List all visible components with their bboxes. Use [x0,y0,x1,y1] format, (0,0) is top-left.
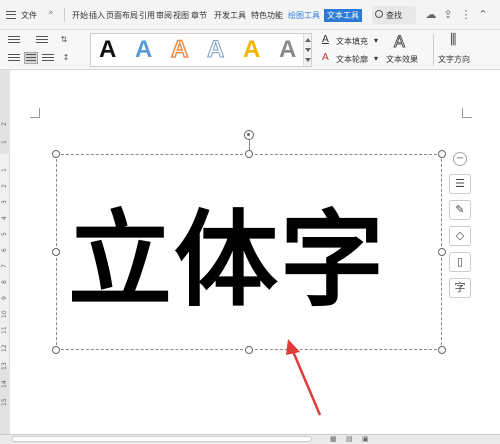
view-icon[interactable]: ▦ [330,435,337,443]
view-icon[interactable]: ▤ [346,435,353,443]
resize-handle-bottom[interactable] [245,346,253,354]
horizontal-scrollbar[interactable] [12,436,312,442]
text-fill-icon[interactable]: A [322,34,329,45]
ribbon-toolbar: ⇅ ↕ A A A A A A A 文本填充 ▾ A 文本轮廓 ▾ A 文本效果… [0,30,500,70]
resize-handle-bottom-right[interactable] [438,346,446,354]
resize-handle-top-right[interactable] [438,150,446,158]
chevron-up-icon[interactable]: ⌃ [476,8,490,22]
tab-view[interactable]: 视图 [173,10,189,21]
search-box[interactable]: 查找 [372,6,416,24]
ruler-number: 10 [1,310,8,318]
menu-bar: 文件 » 开始 插入 页面布局 引用 审阅 视图 章节 开发工具 特色功能 绘图… [0,0,500,30]
ruler-number: 1 [1,168,8,172]
ruler-number: 7 [1,264,8,268]
status-bar: ▦ ▤ ▣ [0,434,500,444]
ruler-number: 13 [1,362,8,370]
align-center-icon[interactable] [24,52,38,64]
bullet-list-icon[interactable] [8,36,20,45]
ruler-number: 11 [1,326,8,334]
more-icon[interactable]: ⋮ [459,8,473,22]
ruler-number: 5 [1,232,8,236]
line-spacing-icon[interactable]: ↕ [60,53,72,63]
wordart-text[interactable]: 立体字 [68,190,408,330]
resize-handle-left[interactable] [52,248,60,256]
gallery-scroll[interactable] [303,34,311,66]
text-style-gallery[interactable]: A A A A A A [90,33,312,67]
ruler-number: 6 [1,248,8,252]
text-effect-button[interactable]: 文本效果 [386,54,418,65]
indent-icon[interactable] [36,36,48,45]
shape-fill-icon[interactable]: ◇ [449,226,471,246]
style-yellow[interactable]: A [243,37,260,63]
justify-icon[interactable] [42,54,54,63]
tab-text-tools[interactable]: 文本工具 [324,9,362,22]
resize-handle-top[interactable] [245,150,253,158]
tab-developer-tools[interactable]: 开发工具 [214,10,246,21]
page-corner-mark [30,108,40,118]
rotate-handle[interactable] [244,130,254,140]
text-effect-icon[interactable]: A [394,32,406,52]
search-icon [375,10,383,18]
resize-handle-bottom-left[interactable] [52,346,60,354]
text-direction-icon[interactable]: ⫼ [450,32,456,48]
ruler-number: 3 [1,200,8,204]
vertical-ruler: 2 1 1 2 3 4 5 6 7 8 9 10 11 12 13 14 15 [0,70,10,444]
ruler-number: 14 [1,380,8,388]
share-icon[interactable]: ⇪ [441,8,455,22]
arrow-head [286,339,300,355]
text-outline-icon[interactable]: A [322,52,329,63]
text-direction-button[interactable]: 文字方向 [438,54,470,65]
tab-special-features[interactable]: 特色功能 [251,10,283,21]
style-outline[interactable]: A [206,36,224,63]
cloud-icon[interactable]: ☁ [424,8,438,22]
resize-handle-top-left[interactable] [52,150,60,158]
search-label: 查找 [386,11,402,20]
ruler-number: 9 [1,296,8,300]
chevron-down-icon[interactable]: ▾ [374,36,378,45]
style-blue[interactable]: A [135,37,152,63]
frame-icon[interactable]: ▯ [449,252,471,272]
separator [433,34,434,66]
file-menu[interactable]: 文件 [21,10,37,21]
separator [64,8,65,22]
tab-start[interactable]: 开始 [72,10,88,21]
tab-references[interactable]: 引用 [139,10,155,21]
tab-drawing-tools[interactable]: 绘图工具 [288,10,320,21]
annotation-arrow-icon [286,339,322,416]
sort-icon[interactable]: ⇅ [58,35,70,45]
style-gray[interactable]: A [279,37,296,63]
quick-access-icon[interactable]: » [48,8,58,20]
tab-insert[interactable]: 插入 [89,10,105,21]
menu-icon[interactable] [6,11,16,19]
tab-page-layout[interactable]: 页面布局 [106,10,138,21]
text-icon[interactable]: 字 [449,278,471,298]
style-orange[interactable]: A [170,36,189,64]
collapse-icon[interactable]: − [453,152,467,166]
text-fill-button[interactable]: 文本填充 [336,36,368,47]
ruler-number: 15 [1,398,8,406]
text-outline-button[interactable]: 文本轮廓 [336,54,368,65]
resize-handle-right[interactable] [438,248,446,256]
ruler-number: 1 [1,140,8,144]
layout-options-icon[interactable]: ☰ [449,174,471,194]
ruler-number: 8 [1,280,8,284]
tab-review[interactable]: 审阅 [156,10,172,21]
tab-chapter[interactable]: 章节 [191,10,207,21]
page-corner-mark [462,108,472,118]
arrow-shaft [290,348,322,416]
ruler-number: 2 [1,184,8,188]
style-black[interactable]: A [99,37,116,63]
chevron-down-icon[interactable]: ▾ [374,54,378,63]
ruler-number: 4 [1,216,8,220]
align-left-icon[interactable] [8,54,20,63]
pen-icon[interactable]: ✎ [449,200,471,220]
view-icon[interactable]: ▣ [362,435,369,443]
ruler-number: 2 [1,122,8,126]
ruler-number: 12 [1,344,8,352]
